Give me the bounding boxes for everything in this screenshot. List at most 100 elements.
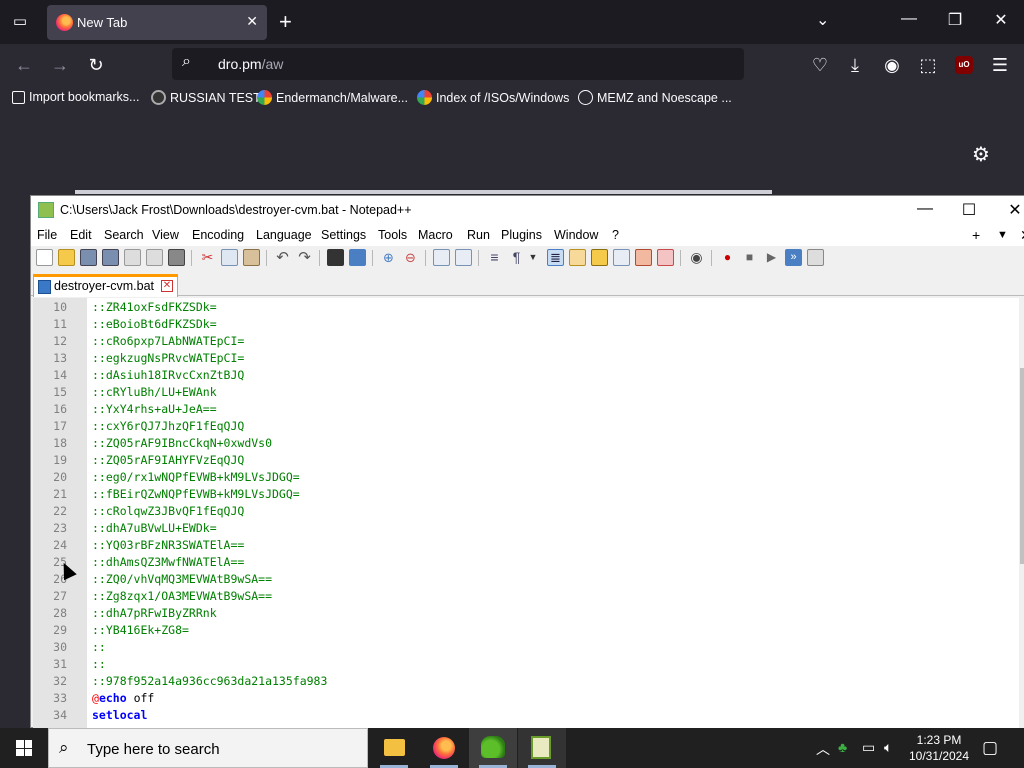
menu-edit[interactable]: Edit <box>70 228 92 242</box>
find-icon[interactable] <box>327 249 344 266</box>
record-macro-icon[interactable]: ● <box>719 249 736 266</box>
tab-list-dropdown-icon[interactable]: ▼ <box>997 229 1008 241</box>
code-line[interactable]: ::dhAmsQZ3MwfNWATElA== <box>92 555 244 569</box>
bookmark-isos[interactable]: Index of /ISOs/Windows <box>417 90 569 105</box>
code-line[interactable]: ::ZQ0/vhVqMQ3MEVWAtB9wSA== <box>92 572 272 586</box>
replace-icon[interactable] <box>349 249 366 266</box>
code-line[interactable]: :: <box>92 657 106 671</box>
extensions-icon[interactable]: ⬚ <box>916 53 940 77</box>
menu-macro[interactable]: Macro <box>418 228 453 242</box>
menu-settings[interactable]: Settings <box>321 228 366 242</box>
window-title-bar[interactable]: C:\Users\Jack Frost\Downloads\destroyer-… <box>31 196 1024 226</box>
paste-icon[interactable] <box>243 249 260 266</box>
document-list-icon[interactable] <box>613 249 630 266</box>
taskbar-search[interactable]: ⌕ <box>48 728 368 768</box>
code-line[interactable]: ::Zg8zqx1/OA3MEVWAtB9wSA== <box>92 589 272 603</box>
undo-icon[interactable]: ↶ <box>274 249 291 266</box>
code-line[interactable]: ::dhA7uBVwLU+EWDk= <box>92 521 217 535</box>
menu-icon[interactable]: ☰ <box>988 53 1012 77</box>
save-macro-icon[interactable] <box>807 249 824 266</box>
code-line[interactable]: ::cRo6pxp7LAbNWATEpCI= <box>92 334 244 348</box>
start-button[interactable] <box>0 728 48 768</box>
bookmark-memz[interactable]: MEMZ and Noescape ... <box>578 90 732 105</box>
cut-icon[interactable]: ✂ <box>199 249 216 266</box>
browser-minimize-button[interactable]: — <box>886 10 932 28</box>
close-file-icon[interactable] <box>124 249 141 266</box>
menu-window[interactable]: Window <box>554 228 598 242</box>
show-hidden-icons-chevron[interactable]: ︿ <box>816 739 830 759</box>
run-macro-multiple-icon[interactable]: » <box>785 249 802 266</box>
new-tab-plus-icon[interactable]: + <box>972 227 980 243</box>
new-file-icon[interactable] <box>36 249 53 266</box>
user-defined-language-icon[interactable] <box>569 249 586 266</box>
folder-as-workspace-icon[interactable] <box>657 249 674 266</box>
code-line[interactable]: ::ZQ05rAF9IBncCkqN+0xwdVs0 <box>92 436 272 450</box>
copy-icon[interactable] <box>221 249 238 266</box>
close-tab-icon[interactable]: ✕ <box>246 13 258 30</box>
npp-minimize-button[interactable]: — <box>903 200 947 218</box>
close-tab-icon[interactable]: ✕ <box>161 280 173 292</box>
code-line[interactable]: ::fBEirQZwNQPfEVWB+kM9LVsJDGQ= <box>92 487 300 501</box>
code-line[interactable]: ::YQ03rBFzNR3SWATElA== <box>92 538 244 552</box>
zoom-out-icon[interactable]: ⊖ <box>402 249 419 266</box>
stop-macro-icon[interactable]: ■ <box>741 249 758 266</box>
account-icon[interactable]: ◉ <box>880 53 904 77</box>
close-all-icon[interactable] <box>146 249 163 266</box>
code-line[interactable]: :: <box>92 640 106 654</box>
function-list-icon[interactable] <box>635 249 652 266</box>
code-line[interactable]: @echo off <box>92 691 154 705</box>
code-line[interactable]: ::cRYluBh/LU+EWAnk <box>92 385 217 399</box>
new-tab-button[interactable]: + <box>279 8 292 36</box>
address-bar[interactable]: ⌕ dro.pm/aw <box>172 48 744 80</box>
word-wrap-icon[interactable]: ≡ <box>486 249 503 266</box>
code-line[interactable]: ::ZQ05rAF9IAHYFVzEqQJQ <box>92 453 244 467</box>
volume-icon[interactable]: 🔈︎ <box>884 739 892 756</box>
downloads-icon[interactable]: ⤓ <box>843 53 867 77</box>
ublock-origin-icon[interactable]: uO <box>955 56 973 74</box>
show-all-characters-icon[interactable]: ¶ <box>508 249 525 266</box>
dropdown-arrow-icon[interactable]: ▼ <box>528 249 538 266</box>
reload-icon[interactable]: ↻ <box>84 53 108 77</box>
code-line[interactable]: ::dAsiuh18IRvcCxnZtBJQ <box>92 368 244 382</box>
menu-plugins[interactable]: Plugins <box>501 228 542 242</box>
menu-help[interactable]: ? <box>612 228 619 242</box>
menu-encoding[interactable]: Encoding <box>192 228 244 242</box>
code-line[interactable]: ::cxY6rQJ7JhzQF1fEqQJQ <box>92 419 244 433</box>
scrollbar-thumb[interactable] <box>1020 368 1024 564</box>
document-map-icon[interactable] <box>591 249 608 266</box>
save-icon[interactable] <box>80 249 97 266</box>
code-line[interactable]: ::ZR41oxFsdFKZSDk= <box>92 300 217 314</box>
system-clock[interactable]: 1:23 PM 10/31/2024 <box>906 732 972 764</box>
firefox-view-icon[interactable]: ▭ <box>8 11 32 33</box>
code-line[interactable]: ::dhA7pRFwIByZRRnk <box>92 606 217 620</box>
code-editor[interactable]: 10 11 12 13 14 15 16 17 18 19 20 21 22 23 24 25 26 27 28 29… <box>33 298 1024 729</box>
document-tab[interactable]: destroyer-cvm.bat ✕ <box>33 274 178 297</box>
npp-close-button[interactable]: ✕ <box>993 200 1024 220</box>
menu-tools[interactable]: Tools <box>378 228 407 242</box>
browser-restore-button[interactable]: ❐ <box>932 10 978 30</box>
forward-icon[interactable]: → <box>48 53 72 77</box>
code-line[interactable]: ::eg0/rx1wNQPfEVWB+kM9LVsJDGQ= <box>92 470 300 484</box>
open-file-icon[interactable] <box>58 249 75 266</box>
list-all-tabs-icon[interactable]: ⌄ <box>816 10 829 30</box>
menu-search[interactable]: Search <box>104 228 144 242</box>
file-explorer-task[interactable] <box>370 728 418 768</box>
code-line[interactable]: ::eBoioBt6dFKZSDk= <box>92 317 217 331</box>
url-text[interactable]: dro.pm/aw <box>218 56 283 72</box>
menu-view[interactable]: View <box>152 228 179 242</box>
code-line[interactable]: setlocal <box>92 708 147 722</box>
browser-close-button[interactable]: ✕ <box>978 10 1024 30</box>
play-macro-icon[interactable]: ▶ <box>763 249 780 266</box>
print-icon[interactable] <box>168 249 185 266</box>
zoom-in-icon[interactable]: ⊕ <box>380 249 397 266</box>
bookmark-russian-test[interactable]: RUSSIAN TEST <box>151 90 261 105</box>
code-line[interactable]: ::978f952a14a936cc963da21a135fa983 <box>92 674 327 688</box>
gear-icon[interactable]: ⚙ <box>972 142 990 167</box>
browser-tab[interactable]: New Tab ✕ <box>47 5 267 40</box>
tray-app-icon[interactable]: ♣ <box>838 739 847 755</box>
close-document-icon[interactable]: ✕ <box>1020 227 1024 244</box>
app-task[interactable] <box>469 728 517 768</box>
menu-file[interactable]: File <box>37 228 57 242</box>
menu-run[interactable]: Run <box>467 228 490 242</box>
vertical-scrollbar[interactable] <box>1019 298 1024 729</box>
